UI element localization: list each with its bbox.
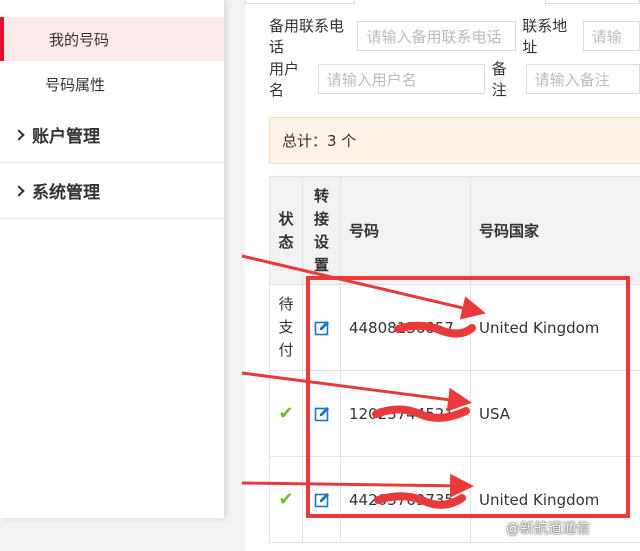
sidebar-group-account-management[interactable]: 账户管理 xyxy=(0,107,224,163)
status-cell: ✔ xyxy=(269,370,303,457)
sidebar-item-label: 号码属性 xyxy=(45,75,106,94)
remark-label: 备注 xyxy=(491,60,507,99)
edit-icon[interactable] xyxy=(314,320,330,336)
sidebar-group-label: 账户管理 xyxy=(32,127,100,147)
check-icon: ✔ xyxy=(278,403,294,424)
sidebar: 我的号码 号码属性 账户管理 系统管理 xyxy=(0,0,224,518)
number-cell: 12023744521 xyxy=(340,370,471,457)
forward-settings-cell xyxy=(302,456,341,543)
chevron-right-icon xyxy=(13,128,25,141)
remark-input[interactable]: 请输入备注 xyxy=(525,64,640,94)
status-pending-text: 待支付 xyxy=(278,295,294,359)
country-cell: United Kingdom xyxy=(470,284,640,371)
chevron-right-icon xyxy=(13,184,25,197)
filter-row-contact: 备用联系电话 请输入备用联系电话 联系地址 请输 xyxy=(269,15,640,57)
country-cell: USA xyxy=(470,370,640,457)
sidebar-item-my-numbers[interactable]: 我的号码 xyxy=(0,17,224,61)
sidebar-item-label: 我的号码 xyxy=(49,30,110,49)
username-input[interactable]: 请输入用户名 xyxy=(317,64,485,94)
username-label: 用户名 xyxy=(269,60,300,99)
edit-icon[interactable] xyxy=(314,492,330,508)
backup-phone-input[interactable]: 请输入备用联系电话 xyxy=(357,21,517,51)
status-cell: ✔ xyxy=(269,456,303,543)
address-label: 联系地址 xyxy=(522,17,568,56)
total-summary-bar: 总计：3 个 xyxy=(269,117,640,164)
forward-settings-cell xyxy=(302,284,341,371)
table-row: 待支付 44808136857 United Kingdom xyxy=(269,284,640,371)
input-field-top-clip[interactable] xyxy=(245,0,355,4)
table-header-row: 状态 转接设置 号码 号码国家 xyxy=(269,176,640,285)
number-cell: 44808136857 xyxy=(340,284,471,371)
main-panel: 备用联系电话 请输入备用联系电话 联系地址 请输 用户名 请输入用户名 备注 请… xyxy=(245,0,640,551)
sidebar-group-label: 系统管理 xyxy=(32,183,100,203)
input-field-top-clip[interactable] xyxy=(545,0,640,4)
edit-icon[interactable] xyxy=(314,406,330,422)
sidebar-group-system-management[interactable]: 系统管理 xyxy=(0,163,224,219)
address-input[interactable]: 请输 xyxy=(582,21,640,51)
check-icon: ✔ xyxy=(278,489,294,510)
table-row: ✔ 12023744521 USA xyxy=(269,370,640,457)
column-header-forward-settings: 转接设置 xyxy=(302,176,341,285)
backup-phone-label: 备用联系电话 xyxy=(269,17,345,56)
forward-settings-cell xyxy=(302,370,341,457)
watermark: @新航道通信 xyxy=(506,521,590,537)
number-cell: 44203769735 xyxy=(340,456,471,543)
status-cell: 待支付 xyxy=(269,284,303,371)
column-header-country: 号码国家 xyxy=(470,176,640,285)
numbers-table: 状态 转接设置 号码 号码国家 待支付 44808136857 United K… xyxy=(269,176,640,543)
column-header-status: 状态 xyxy=(269,176,303,285)
total-count-text: 总计：3 个 xyxy=(282,132,357,150)
sidebar-item-number-attributes[interactable]: 号码属性 xyxy=(0,62,224,106)
filter-row-user: 用户名 请输入用户名 备注 请输入备注 xyxy=(269,58,640,100)
column-header-number: 号码 xyxy=(340,176,471,285)
